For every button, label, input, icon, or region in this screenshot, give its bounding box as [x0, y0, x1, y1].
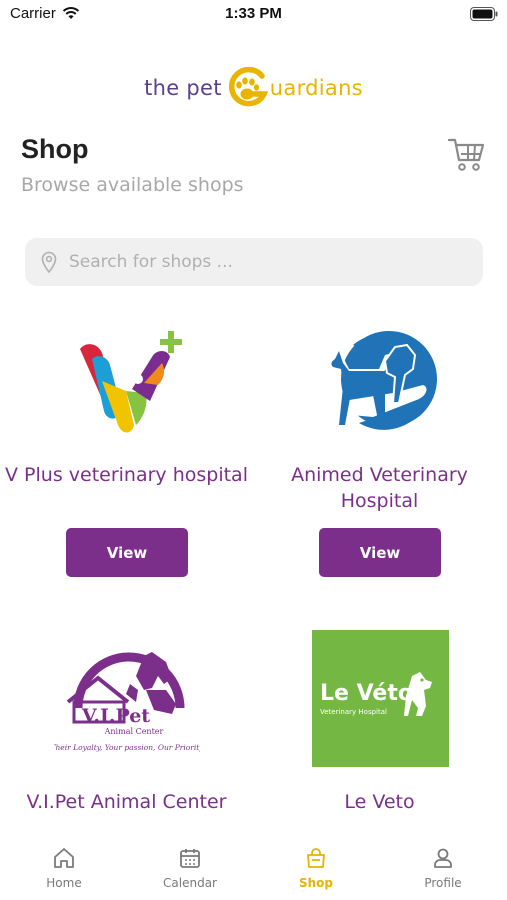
le-veto-logo-title: Le Véto: [320, 681, 413, 706]
paw-logo-icon: [228, 66, 268, 107]
le-veto-logo: Le Véto Veterinary Hospital: [312, 630, 449, 767]
tab-label: Profile: [424, 876, 462, 890]
page-title: Shop: [21, 134, 89, 164]
search-input[interactable]: [69, 252, 449, 272]
home-icon: [54, 848, 74, 868]
tab-home[interactable]: Home: [1, 846, 127, 890]
tab-profile[interactable]: Profile: [380, 846, 506, 890]
status-bar: Carrier 1:33 PM: [0, 0, 507, 30]
tab-label: Home: [46, 876, 82, 890]
logo-text-guardians: uardians: [269, 76, 363, 100]
profile-icon: [434, 848, 452, 868]
vipet-logo-title: V.I.Pet: [81, 705, 150, 727]
location-pin-icon: [41, 251, 57, 273]
shop-name[interactable]: Animed Veterinary Hospital: [253, 462, 506, 514]
le-veto-logo-sub: Veterinary Hospital: [320, 708, 387, 716]
page-subtitle: Browse available shops: [21, 174, 244, 196]
view-shop-button[interactable]: View: [66, 528, 188, 577]
shop-name[interactable]: V.I.Pet Animal Center: [0, 789, 253, 815]
shop-logo-animed: [312, 312, 449, 449]
vipet-logo-tagline: Their Loyalty, Your passion, Our Priorit…: [54, 743, 200, 752]
shop-name[interactable]: V Plus veterinary hospital: [0, 462, 253, 488]
calendar-icon: [180, 849, 200, 868]
tab-label: Calendar: [163, 876, 217, 890]
shop-logo-v-plus: [59, 312, 196, 449]
clock: 1:33 PM: [225, 5, 282, 22]
vipet-logo: V.I.Pet Animal Center Their Loyalty, You…: [54, 652, 200, 752]
tab-label: Shop: [298, 876, 334, 890]
app-logo: the pet uardians: [0, 62, 507, 114]
shop-logo-vipet: V.I.Pet Animal Center Their Loyalty, You…: [54, 630, 200, 767]
animed-logo: [330, 330, 437, 430]
bottom-tab-bar: Home Calendar Shop Profile: [0, 836, 507, 900]
view-shop-button[interactable]: View: [319, 528, 441, 577]
tab-calendar[interactable]: Calendar: [127, 846, 253, 890]
logo-text-the-pet: the pet: [144, 76, 222, 100]
tab-shop[interactable]: Shop: [253, 846, 379, 890]
shop-name[interactable]: Le Veto: [253, 789, 506, 815]
cart-icon[interactable]: [447, 134, 487, 174]
battery-icon: [470, 7, 498, 21]
search-bar[interactable]: [25, 238, 483, 286]
vipet-logo-sub: Animal Center: [104, 727, 164, 736]
v-plus-logo: [79, 330, 182, 432]
shop-logo-le-veto: Le Véto Veterinary Hospital: [312, 630, 449, 767]
shop-bag-icon: [307, 848, 325, 868]
